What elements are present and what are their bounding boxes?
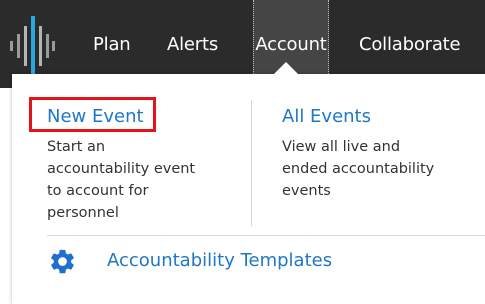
dropdown-caret bbox=[274, 62, 298, 74]
new-event-link[interactable]: New Event bbox=[47, 106, 144, 127]
all-events-description: View all live and ended accountability e… bbox=[282, 139, 435, 199]
new-event-description: Start an accountability event to account… bbox=[47, 139, 196, 221]
gear-icon[interactable] bbox=[48, 247, 77, 276]
column-divider bbox=[251, 100, 252, 226]
all-events-link[interactable]: All Events bbox=[282, 106, 371, 127]
accountability-templates-link[interactable]: Accountability Templates bbox=[107, 250, 332, 271]
section-divider bbox=[47, 235, 485, 236]
logo-icon[interactable] bbox=[8, 14, 56, 76]
